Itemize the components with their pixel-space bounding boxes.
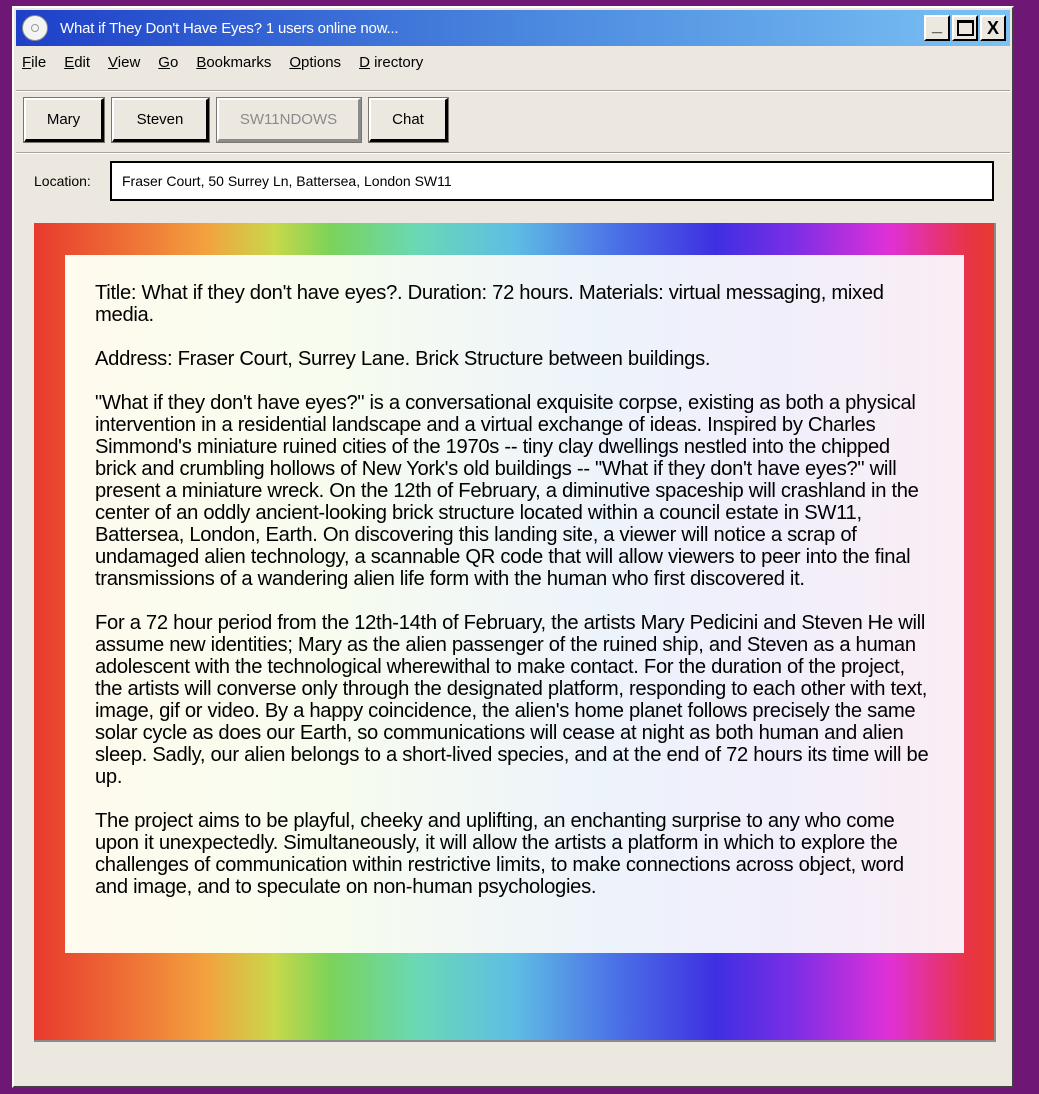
minimize-icon: _ — [931, 15, 942, 35]
menu-view[interactable]: View — [108, 54, 140, 71]
minimize-button[interactable]: _ — [924, 15, 950, 41]
window-title: What if They Don't Have Eyes? 1 users on… — [60, 19, 399, 37]
location-input[interactable]: Fraser Court, 50 Surrey Ln, Battersea, L… — [110, 161, 994, 201]
maximize-button[interactable] — [952, 15, 978, 41]
toolbar: Mary Steven SW11NDOWS Chat — [23, 97, 449, 143]
aims-paragraph: The project aims to be playful, cheeky a… — [95, 810, 904, 898]
menu-directory[interactable]: D irectory — [359, 54, 423, 71]
window-controls: _ X — [924, 15, 1006, 41]
menu-bookmarks[interactable]: Bookmarks — [196, 54, 271, 71]
menu-go[interactable]: Go — [158, 54, 178, 71]
address-paragraph: Address: Fraser Court, Surrey Lane. Bric… — [95, 348, 711, 370]
page-content: Title: What if they don't have eyes?. Du… — [65, 255, 964, 953]
sw11ndows-button[interactable]: SW11NDOWS — [216, 97, 362, 143]
menu-options[interactable]: Options — [289, 54, 341, 71]
mary-button[interactable]: Mary — [23, 97, 105, 143]
title-paragraph: Title: What if they don't have eyes?. Du… — [95, 282, 884, 326]
menu-bar: File Edit View Go Bookmarks Options D ir… — [22, 54, 441, 71]
maximize-icon — [956, 20, 974, 36]
content-frame: Title: What if they don't have eyes?. Du… — [34, 223, 996, 1042]
app-disc-icon — [22, 15, 48, 41]
description-paragraph: "What if they don't have eyes?" is a con… — [95, 392, 919, 590]
schedule-paragraph: For a 72 hour period from the 12th-14th … — [95, 612, 929, 788]
browser-window: What if They Don't Have Eyes? 1 users on… — [12, 6, 1014, 1088]
chat-button[interactable]: Chat — [368, 97, 449, 143]
menu-file[interactable]: File — [22, 54, 46, 71]
close-icon: X — [986, 18, 999, 38]
title-bar[interactable]: What if They Don't Have Eyes? 1 users on… — [16, 10, 1010, 46]
steven-button[interactable]: Steven — [111, 97, 210, 143]
location-label: Location: — [34, 173, 91, 189]
close-button[interactable]: X — [980, 15, 1006, 41]
toolbar-divider — [16, 152, 1010, 154]
menu-edit[interactable]: Edit — [64, 54, 90, 71]
menu-divider — [16, 90, 1010, 92]
